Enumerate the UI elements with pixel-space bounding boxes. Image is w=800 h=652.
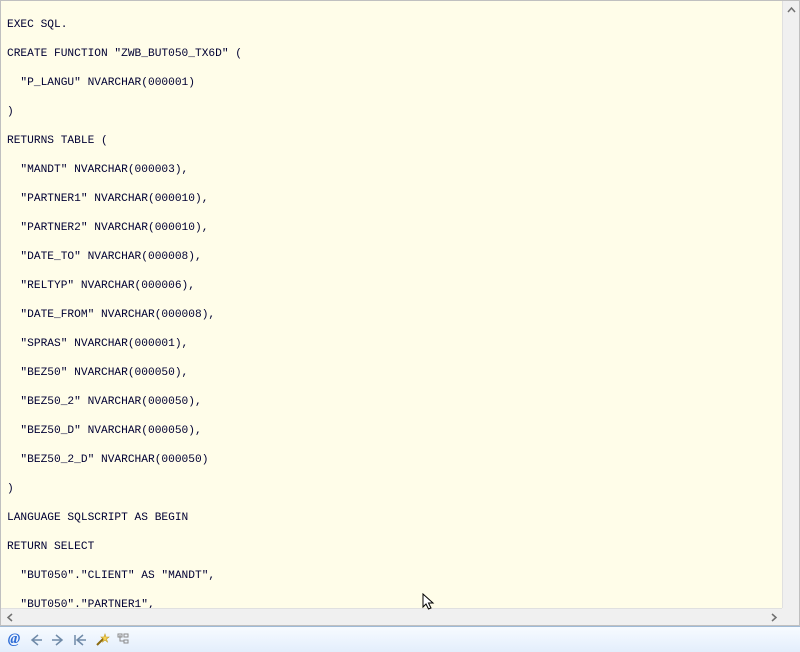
code-line: "PARTNER2" NVARCHAR(000010), bbox=[7, 221, 793, 236]
nav-first-button[interactable] bbox=[70, 630, 90, 650]
code-line: "MANDT" NVARCHAR(000003), bbox=[7, 163, 793, 178]
nav-back-button[interactable] bbox=[26, 630, 46, 650]
magic-wand-button[interactable] bbox=[92, 630, 112, 650]
code-line: RETURN SELECT bbox=[7, 540, 793, 555]
code-line: "BEZ50_2" NVARCHAR(000050), bbox=[7, 395, 793, 410]
arrow-left-bar-icon bbox=[72, 633, 88, 647]
nav-forward-button[interactable] bbox=[48, 630, 68, 650]
code-line: "DATE_TO" NVARCHAR(000008), bbox=[7, 250, 793, 265]
code-line: EXEC SQL. bbox=[7, 18, 793, 33]
code-line: ) bbox=[7, 482, 793, 497]
vertical-scrollbar[interactable] bbox=[782, 1, 799, 625]
tree-button[interactable] bbox=[114, 630, 134, 650]
scroll-up-icon[interactable] bbox=[783, 1, 799, 19]
code-line: "BEZ50_2_D" NVARCHAR(000050) bbox=[7, 453, 793, 468]
code-line: CREATE FUNCTION "ZWB_BUT050_TX6D" ( bbox=[7, 47, 793, 62]
code-line: ) bbox=[7, 105, 793, 120]
scroll-track[interactable] bbox=[19, 609, 764, 625]
magic-wand-icon bbox=[94, 632, 110, 648]
status-bar: @ bbox=[0, 626, 800, 652]
code-line: "PARTNER1" NVARCHAR(000010), bbox=[7, 192, 793, 207]
code-line: LANGUAGE SQLSCRIPT AS BEGIN bbox=[7, 511, 793, 526]
code-line: "BEZ50_D" NVARCHAR(000050), bbox=[7, 424, 793, 439]
arrow-right-icon bbox=[50, 633, 66, 647]
code-line: "SPRAS" NVARCHAR(000001), bbox=[7, 337, 793, 352]
horizontal-scrollbar[interactable] bbox=[1, 608, 782, 625]
code-line: "BEZ50" NVARCHAR(000050), bbox=[7, 366, 793, 381]
code-line: "DATE_FROM" NVARCHAR(000008), bbox=[7, 308, 793, 323]
scroll-track[interactable] bbox=[783, 19, 799, 607]
tree-icon bbox=[116, 632, 132, 648]
at-button[interactable]: @ bbox=[4, 630, 24, 650]
arrow-left-icon bbox=[28, 633, 44, 647]
code-line: "P_LANGU" NVARCHAR(000001) bbox=[7, 76, 793, 91]
code-editor[interactable]: EXEC SQL. CREATE FUNCTION "ZWB_BUT050_TX… bbox=[0, 0, 800, 626]
scroll-left-icon[interactable] bbox=[1, 609, 19, 625]
code-line: "BUT050"."CLIENT" AS "MANDT", bbox=[7, 569, 793, 584]
at-icon: @ bbox=[8, 631, 20, 648]
code-line: "RELTYP" NVARCHAR(000006), bbox=[7, 279, 793, 294]
code-line: RETURNS TABLE ( bbox=[7, 134, 793, 149]
scroll-corner bbox=[782, 608, 799, 625]
code-content[interactable]: EXEC SQL. CREATE FUNCTION "ZWB_BUT050_TX… bbox=[1, 1, 799, 626]
scroll-right-icon[interactable] bbox=[764, 609, 782, 625]
